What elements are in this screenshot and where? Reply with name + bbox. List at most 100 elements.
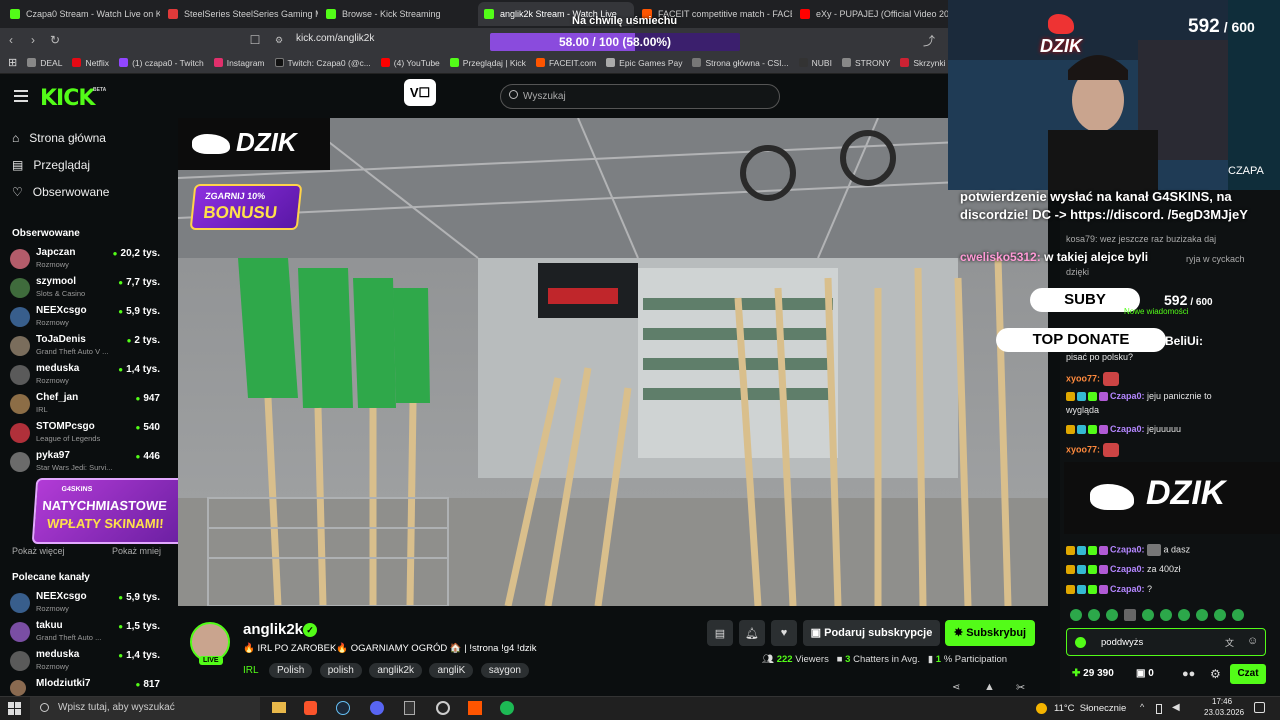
channel-points[interactable]: ✚ 29 390 [1072, 668, 1114, 679]
translate-icon[interactable]: 文 [1225, 636, 1234, 649]
url-input[interactable]: kick.com/anglik2k [296, 33, 374, 44]
tag-pill[interactable]: Polish [269, 663, 313, 678]
emoji-icon[interactable]: ☺ [1247, 635, 1258, 647]
emote-icon[interactable] [1124, 609, 1136, 621]
tag-pill[interactable]: anglik2k [369, 663, 423, 678]
theatre-mode-icon[interactable]: ▤ [707, 620, 733, 646]
bookmark-item[interactable]: (4) YouTube [380, 58, 440, 68]
followed-channel[interactable]: Chef_janIRL947 [10, 391, 160, 419]
bookmark-item[interactable]: Instagram [213, 58, 265, 68]
bookmark-item[interactable]: Netflix [72, 58, 109, 68]
bookmark-item[interactable]: STRONY [841, 58, 890, 68]
chat-send-button[interactable]: Czat [1230, 664, 1266, 684]
nav-browse[interactable]: ▤ Przeglądaj [12, 158, 90, 172]
browser-tab[interactable]: SteelSeries SteelSeries Gaming Mou [162, 2, 318, 26]
bookmark-item[interactable]: (1) czapa0 - Twitch [119, 58, 204, 68]
spotify-icon[interactable] [500, 701, 514, 715]
nav-following[interactable]: ♡ Obserwowane [12, 185, 109, 199]
tag-pill[interactable]: polish [319, 663, 362, 678]
show-more-link[interactable]: Pokaż więcej [12, 546, 65, 556]
suby-count: 592/ 600 [1164, 292, 1213, 308]
share-icon[interactable]: ⤴ [918, 32, 940, 49]
tray-chevron-icon[interactable]: ^ [1140, 702, 1144, 712]
chat-bubble-icon[interactable]: ●● [1182, 668, 1195, 680]
bookmark-icon[interactable]: ☐ [244, 33, 266, 47]
menu-icon[interactable] [14, 90, 28, 102]
steam-icon[interactable] [336, 701, 350, 715]
bookmark-item[interactable]: Twitch: Czapa0 (@c... [274, 58, 371, 68]
notifications-icon[interactable] [1254, 702, 1265, 713]
recommended-channel[interactable]: Mlodziutki7817 [10, 677, 160, 696]
emote-icon[interactable] [1106, 609, 1118, 621]
reload-icon[interactable]: ↻ [44, 33, 66, 47]
bookmark-item[interactable]: Skrzynki CS:... [900, 58, 950, 68]
bookmark-item[interactable]: NUBI [798, 58, 832, 68]
bookmark-item[interactable]: DEAL [27, 58, 62, 68]
followed-channel[interactable]: ToJaDenisGrand Theft Auto V ...2 tys. [10, 333, 160, 361]
bookmark-item[interactable]: Strona główna - CSI... [692, 58, 789, 68]
notification-bell-icon[interactable]: 🔔︎ [739, 620, 765, 646]
video-player[interactable]: DZIK ZGARNIJ 10% BONUSU [178, 118, 1048, 606]
channel-name[interactable]: anglik2k [243, 621, 303, 638]
emote-icon[interactable] [1178, 609, 1190, 621]
emote-icon[interactable] [1232, 609, 1244, 621]
browser-tab[interactable]: Czapa0 Stream - Watch Live on Kick [4, 2, 160, 26]
browser-tab[interactable]: eXy - PUPAJEJ (Official Video 20 [794, 2, 950, 26]
second-counter[interactable]: ▣ 0 [1136, 668, 1154, 679]
emote-icon[interactable] [1142, 609, 1154, 621]
share-icon[interactable]: ⋖ [952, 682, 960, 693]
followed-channel[interactable]: NEEXcsgoRozmowy5,9 tys. [10, 304, 160, 332]
category-link[interactable]: IRL [243, 665, 259, 676]
chat-settings-icon[interactable]: ⚙ [1210, 667, 1221, 681]
kick-logo[interactable]: KICK [40, 86, 95, 111]
kick-brand-icon[interactable]: V☐ [404, 79, 436, 106]
emote-icon[interactable] [1088, 609, 1100, 621]
browser-tab[interactable]: Browse - Kick Streaming [320, 2, 476, 26]
apps-icon[interactable]: ⊞ [8, 56, 17, 69]
tag-pill[interactable]: saygon [480, 663, 529, 678]
recommended-channel[interactable]: NEEXcsgoRozmowy5,9 tys. [10, 590, 160, 618]
file-explorer-icon[interactable] [272, 702, 286, 713]
bookmark-item[interactable]: FACEIT.com [535, 58, 596, 68]
recommended-channel[interactable]: takuuGrand Theft Auto ...1,5 tys. [10, 619, 160, 647]
faceit-icon[interactable] [468, 701, 482, 715]
emote-icon[interactable] [1214, 609, 1226, 621]
chat-input[interactable]: poddwyżs 文 ☺ [1066, 628, 1266, 656]
emote-icon[interactable] [1070, 609, 1082, 621]
discord-icon[interactable] [370, 701, 384, 715]
emote-icon[interactable] [1196, 609, 1208, 621]
show-less-link[interactable]: Pokaż mniej [112, 546, 161, 556]
emote-icon[interactable] [1160, 609, 1172, 621]
followed-channel[interactable]: meduskaRozmowy1,4 tys. [10, 362, 160, 390]
search-input[interactable]: Wyszukaj [500, 84, 780, 109]
windows-start-icon[interactable] [8, 702, 21, 715]
bookmark-item[interactable]: Epic Games Pay [606, 58, 682, 68]
recommended-channel[interactable]: meduskaRozmowy1,4 tys. [10, 648, 160, 676]
speaker-icon[interactable]: ◀ [1172, 702, 1180, 713]
report-icon[interactable]: ▲ [984, 681, 995, 693]
follow-heart-icon[interactable]: ♥ [771, 620, 797, 646]
brave-icon[interactable] [304, 701, 317, 715]
bookmark-item[interactable]: Przeglądaj | Kick [449, 58, 526, 68]
site-info-icon[interactable]: ⚙ [268, 35, 290, 46]
followed-channel[interactable]: szymoolSlots & Casino7,7 tys. [10, 275, 160, 303]
forward-icon[interactable]: › [22, 33, 44, 47]
kick-header [0, 74, 950, 118]
followed-channel[interactable]: STOMPcsgoLeague of Legends540 [10, 420, 160, 448]
battery-icon [1156, 704, 1162, 714]
subscribe-button[interactable]: ✸ Subskrybuj [945, 620, 1035, 646]
date[interactable]: 23.03.2026 [1204, 708, 1244, 717]
tag-pill[interactable]: angliK [429, 663, 474, 678]
epic-games-icon[interactable] [404, 701, 415, 715]
nav-home[interactable]: ⌂ Strona główna [12, 131, 106, 145]
clip-icon[interactable]: ✂ [1016, 681, 1025, 694]
gift-sub-button[interactable]: ▣ Podaruj subskrypcje [803, 620, 940, 646]
obs-icon[interactable] [436, 701, 450, 715]
taskbar-search[interactable]: Wpisz tutaj, aby wyszukać [30, 697, 260, 720]
followed-channel[interactable]: JapczanRozmowy20,2 tys. [10, 246, 160, 274]
back-icon[interactable]: ‹ [0, 33, 22, 47]
followed-channel[interactable]: pyka97Star Wars Jedi: Survi...446 [10, 449, 160, 477]
chat-emote-icon[interactable] [1075, 637, 1086, 648]
weather-text[interactable]: 11°C Słonecznie [1054, 703, 1126, 714]
time[interactable]: 17:46 [1212, 697, 1232, 706]
